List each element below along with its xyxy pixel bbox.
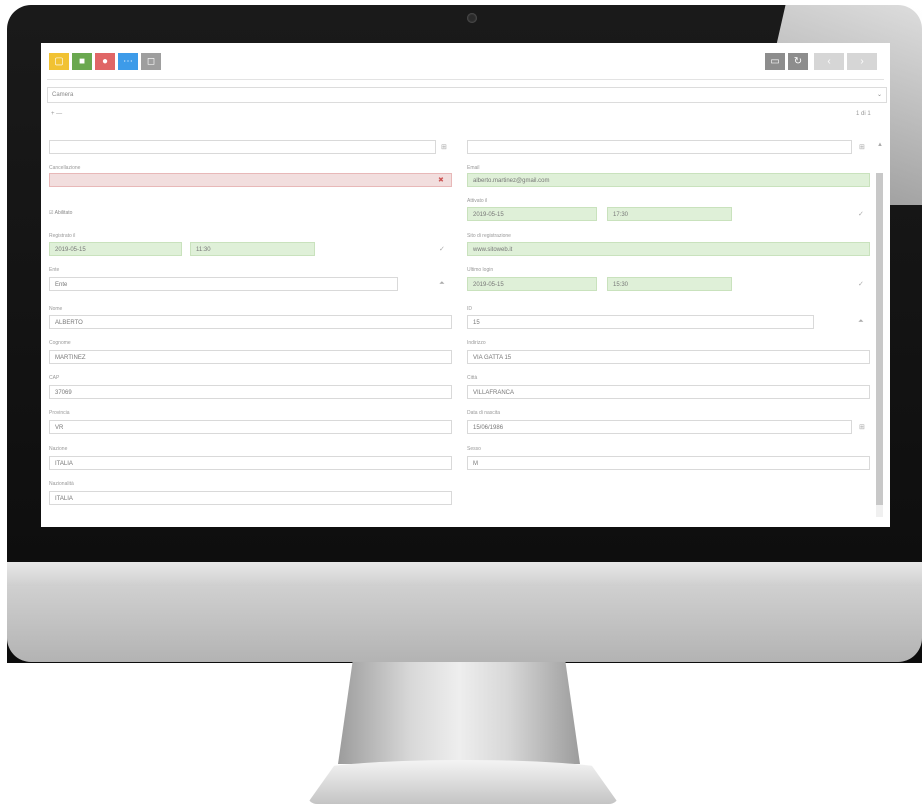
- abilitato-label: Abilitato: [54, 210, 73, 216]
- nazionalita-field[interactable]: ITALIA: [49, 491, 452, 505]
- user-icon[interactable]: ⏶: [439, 280, 445, 288]
- ultimo-date[interactable]: 2019-05-15: [467, 277, 597, 291]
- check-icon: ✓: [439, 246, 445, 253]
- chevron-down-icon: ⌄: [876, 92, 882, 98]
- cancellazione-field[interactable]: [49, 173, 452, 187]
- label-nazione: Nazione: [49, 446, 68, 452]
- error-icon: ✖: [438, 177, 444, 184]
- label-cancellazione: Cancellazione: [49, 165, 81, 171]
- citta-field[interactable]: VILLAFRANCA: [467, 385, 870, 399]
- abilitato-checkbox[interactable]: ☑ Abilitato: [49, 210, 72, 216]
- label-indirizzo: Indirizzo: [467, 340, 486, 346]
- calendar-icon[interactable]: ⊞: [859, 423, 865, 431]
- check-icon: ✓: [858, 281, 864, 288]
- label-cognome: Cognome: [49, 340, 71, 346]
- more-button[interactable]: ⋯: [118, 53, 138, 70]
- ente-field[interactable]: Ente: [49, 277, 398, 291]
- scroll-up-icon[interactable]: ▲: [877, 142, 883, 148]
- user-icon[interactable]: ⏶: [858, 318, 864, 326]
- camera-icon: [467, 13, 477, 23]
- id-field[interactable]: 15: [467, 315, 814, 329]
- label-nazionalita: Nazionalità: [49, 481, 74, 487]
- monitor-base: [307, 760, 619, 804]
- nascita-field[interactable]: 15/06/1986: [467, 420, 852, 434]
- label-citta: Città: [467, 375, 478, 381]
- calendar-icon[interactable]: ⊞: [859, 143, 865, 151]
- left-top-field[interactable]: [49, 140, 436, 154]
- refresh-icon: ◻: [146, 56, 156, 67]
- cognome-field[interactable]: MARTINEZ: [49, 350, 452, 364]
- save-button[interactable]: ■: [72, 53, 92, 70]
- registrato-date[interactable]: 2019-05-15: [49, 242, 182, 256]
- prev-icon: ‹: [827, 56, 831, 67]
- indirizzo-field[interactable]: VIA GATTA 15: [467, 350, 870, 364]
- folder-icon: ▢: [54, 56, 64, 67]
- next-button[interactable]: ›: [847, 53, 877, 70]
- email-field[interactable]: alberto.martinez@gmail.com: [467, 173, 870, 187]
- label-attivato: Attivato il: [467, 198, 488, 204]
- attivato-date[interactable]: 2019-05-15: [467, 207, 597, 221]
- table-select-value: Camera: [52, 92, 74, 98]
- cap-field[interactable]: 37069: [49, 385, 452, 399]
- label-sesso: Sesso: [467, 446, 481, 452]
- ultimo-time[interactable]: 15:30: [607, 277, 732, 291]
- nome-field[interactable]: ALBERTO: [49, 315, 452, 329]
- label-cap: CAP: [49, 375, 60, 381]
- scrollbar-thumb[interactable]: [876, 173, 883, 505]
- check-icon: ✓: [858, 211, 864, 218]
- message-button[interactable]: ▭: [765, 53, 785, 70]
- app-screen: ▢ ■ ● ⋯ ◻ ▭ ↻ ‹ › Camera ⌄ + — 1 di 1 ⊞ …: [41, 43, 890, 527]
- right-top-field[interactable]: [467, 140, 852, 154]
- checkbox-icon: ☑: [49, 210, 54, 216]
- label-nome: Nome: [49, 306, 63, 312]
- label-nascita: Data di nascita: [467, 410, 501, 416]
- monitor-stand: [338, 662, 580, 764]
- sync-button[interactable]: ↻: [788, 53, 808, 70]
- label-registrato: Registrato il: [49, 233, 76, 239]
- prev-button[interactable]: ‹: [814, 53, 844, 70]
- provincia-field[interactable]: VR: [49, 420, 452, 434]
- nazione-field[interactable]: ITALIA: [49, 456, 452, 470]
- message-icon: ▭: [770, 56, 780, 67]
- sync-icon: ↻: [793, 56, 803, 67]
- folder-button[interactable]: ▢: [49, 53, 69, 70]
- more-icon: ⋯: [123, 56, 133, 67]
- refresh-button[interactable]: ◻: [141, 53, 161, 70]
- delete-icon: ●: [101, 56, 109, 67]
- label-provincia: Provincia: [49, 410, 70, 416]
- label-ente: Ente: [49, 267, 60, 273]
- attivato-time[interactable]: 17:30: [607, 207, 732, 221]
- sito-field[interactable]: www.sitoweb.it: [467, 242, 870, 256]
- label-email: Email: [467, 165, 480, 171]
- toolbar-divider: [47, 79, 884, 80]
- label-sito: Sito di registrazione: [467, 233, 511, 239]
- calendar-icon[interactable]: ⊞: [441, 143, 447, 151]
- next-icon: ›: [860, 56, 864, 67]
- label-ultimo: Ultimo login: [467, 267, 494, 273]
- table-select[interactable]: Camera ⌄: [47, 87, 887, 103]
- registrato-time[interactable]: 11:30: [190, 242, 315, 256]
- nav-actions[interactable]: + —: [51, 111, 62, 117]
- sesso-field[interactable]: M: [467, 456, 870, 470]
- record-counter: 1 di 1: [856, 111, 871, 117]
- save-icon: ■: [78, 56, 86, 67]
- label-id: ID: [467, 306, 472, 312]
- monitor-chin: [7, 562, 922, 662]
- delete-button[interactable]: ●: [95, 53, 115, 70]
